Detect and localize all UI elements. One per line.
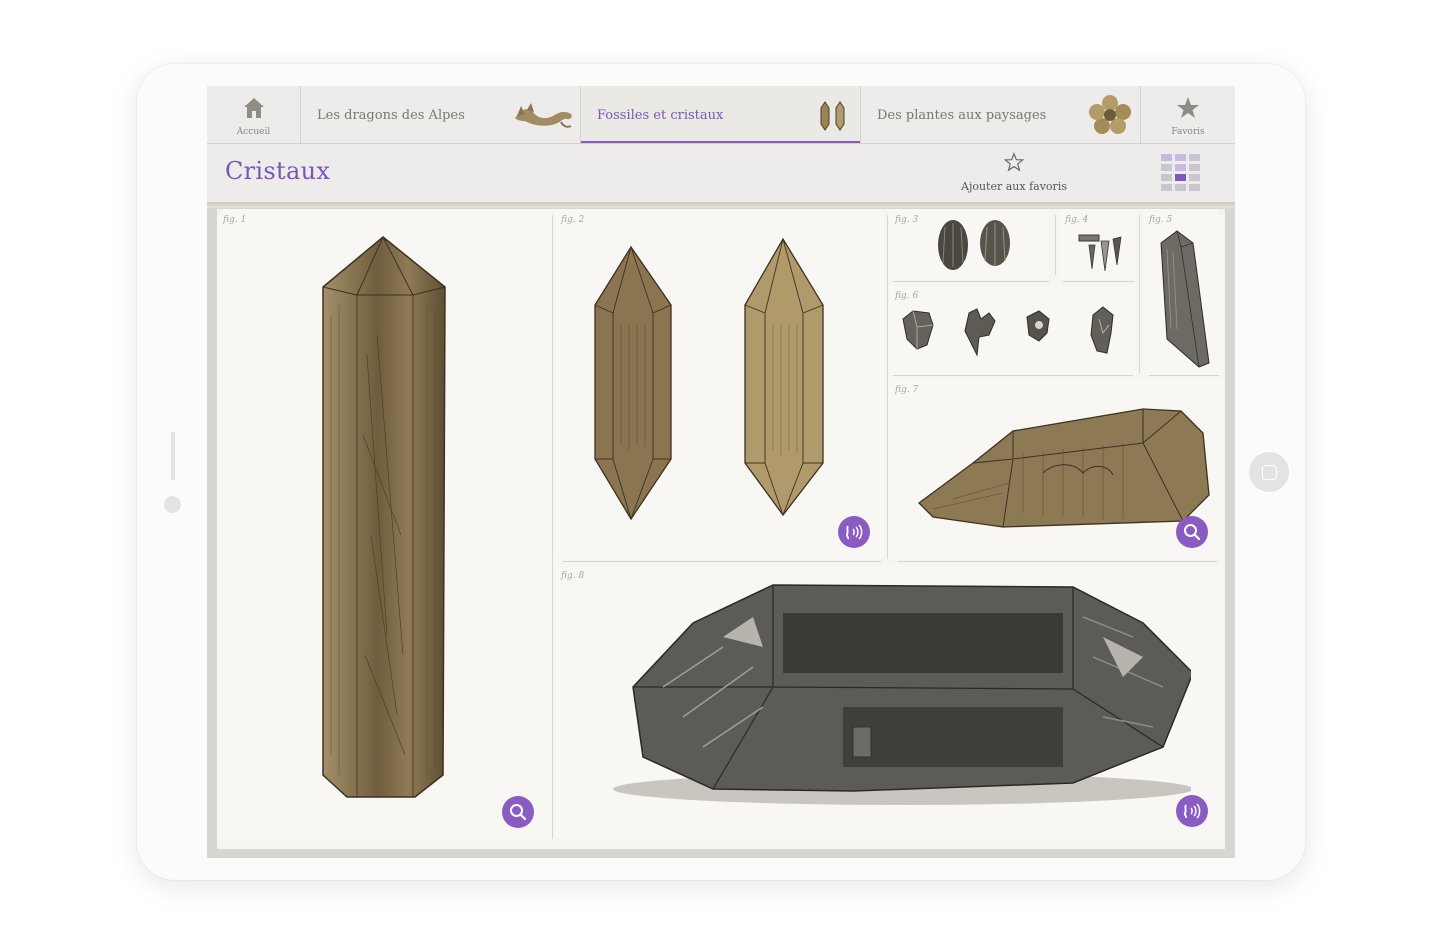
add-to-favorites-label: Ajouter aux favoris (961, 180, 1067, 193)
page-title: Cristaux (225, 157, 331, 185)
figure-label: fig. 3 (895, 215, 919, 225)
star-icon (1177, 97, 1199, 118)
tab-fossils-label: Fossiles et cristaux (597, 108, 724, 123)
figure-5-panel[interactable]: fig. 5 (1143, 209, 1225, 375)
figure-label: fig. 5 (1149, 215, 1173, 225)
flower-icon (1089, 95, 1131, 134)
tab-dragons[interactable]: Les dragons des Alpes (301, 86, 580, 143)
audio-button[interactable] (1176, 795, 1208, 827)
horizontal-crystal-illustration (918, 408, 1210, 528)
tab-favorites[interactable]: Favoris (1141, 86, 1235, 143)
tab-plants-landscapes[interactable]: Des plantes aux paysages (861, 86, 1140, 143)
tall-crystal-illustration (322, 236, 446, 798)
figure-label: fig. 6 (895, 291, 919, 301)
page-header: Cristaux Ajouter aux favoris (207, 144, 1235, 202)
figure-4-panel[interactable]: fig. 4 (1059, 209, 1137, 279)
figure-label: fig. 1 (223, 215, 247, 225)
figure-6-panel[interactable]: fig. 6 (889, 285, 1137, 375)
two-crystals-illustration (594, 237, 824, 521)
figure-8-panel[interactable]: fig. 8 (555, 565, 1225, 839)
tab-bar: Accueil Les dragons des Alpes Fossiles e… (207, 86, 1235, 144)
tab-plants-label: Des plantes aux paysages (877, 108, 1047, 123)
tab-favorites-label: Favoris (1171, 127, 1205, 137)
dark-crystal-illustration (613, 584, 1191, 805)
zoom-button[interactable] (1176, 516, 1208, 548)
star-outline-icon (1003, 152, 1025, 172)
home-icon (243, 98, 264, 118)
figure-label: fig. 7 (895, 385, 919, 395)
volume-button (171, 432, 175, 480)
figure-1-panel[interactable]: fig. 1 (217, 209, 551, 839)
tab-fossils-crystals[interactable]: Fossiles et cristaux (581, 86, 860, 143)
camera-dot (164, 496, 181, 513)
fossil-seeds-illustration (938, 220, 1010, 270)
search-icon (510, 804, 527, 821)
add-to-favorites-button[interactable]: Ajouter aux favoris (959, 152, 1069, 196)
figure-3-panel[interactable]: fig. 3 (889, 209, 1049, 279)
slab-crystal-illustration (1160, 230, 1210, 368)
grid-view-button[interactable] (1161, 154, 1201, 192)
tab-home[interactable]: Accueil (207, 86, 300, 143)
audio-icon (1183, 803, 1201, 819)
tab-dragons-label: Les dragons des Alpes (317, 108, 465, 123)
tab-home-label: Accueil (236, 127, 271, 137)
audio-button[interactable] (838, 516, 870, 548)
crystal-pair-icon (820, 101, 845, 131)
zoom-button[interactable] (502, 796, 534, 828)
search-icon (1184, 524, 1201, 541)
figure-label: fig. 4 (1065, 215, 1089, 225)
home-hardware-button[interactable] (1249, 452, 1289, 492)
audio-icon (845, 524, 863, 540)
crystal-clusters-illustration (902, 306, 1114, 357)
dragon-icon (515, 103, 572, 128)
small-crystals-illustration (1078, 234, 1122, 272)
app-screen: Accueil Les dragons des Alpes Fossiles e… (207, 86, 1235, 858)
figure-7-panel[interactable]: fig. 7 (889, 379, 1225, 559)
plate-content: fig. 1 fig. 2 fig. 3 fig. 4 fig. 5 fig. … (217, 209, 1225, 849)
figure-label: fig. 2 (561, 215, 585, 225)
figure-label: fig. 8 (561, 571, 585, 581)
figure-2-panel[interactable]: fig. 2 (555, 209, 883, 559)
